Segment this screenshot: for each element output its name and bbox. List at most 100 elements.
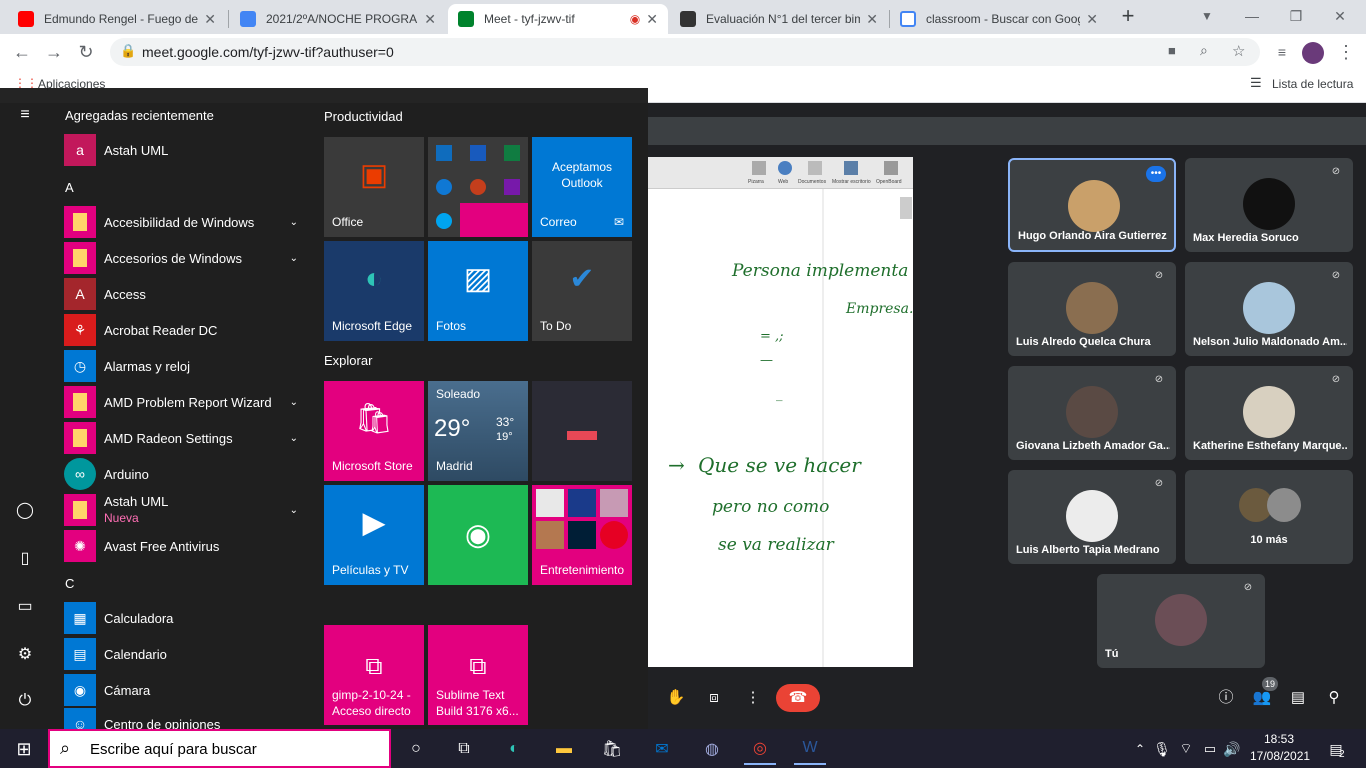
more-participants-tile[interactable]: 10 más (1185, 470, 1353, 564)
back-icon[interactable]: ← (10, 40, 34, 64)
group-explorar[interactable]: Explorar (324, 353, 372, 368)
app-arduino[interactable]: ∞ Arduino (64, 456, 310, 492)
hamburger-icon[interactable]: ≡ (14, 106, 36, 128)
eclipse-icon[interactable]: ◍ (696, 733, 728, 765)
participant-tile[interactable]: ⊘ Nelson Julio Maldonado Am... (1185, 262, 1353, 356)
app-accesibilidad[interactable]: Accesibilidad de Windows ⌄ (64, 204, 310, 240)
avast-icon: ✺ (64, 530, 96, 562)
app-alarmas[interactable]: ◷ Alarmas y reloj (64, 348, 310, 384)
clock-time[interactable]: 18:53 (1264, 732, 1294, 746)
tab-evaluacion[interactable]: Evaluación N°1 del tercer bim ✕ (670, 4, 888, 34)
close-icon[interactable]: ✕ (1086, 11, 1098, 28)
present-button[interactable]: ⧈ (698, 684, 730, 712)
app-astah-recent[interactable]: a Astah UML (64, 132, 310, 168)
app-avast[interactable]: ✺ Avast Free Antivirus (64, 528, 310, 564)
new-tab-button[interactable]: + (1116, 4, 1140, 28)
clock-date[interactable]: 17/08/2021 (1250, 749, 1310, 763)
participant-tile[interactable]: ⊘ Luis Alberto Tapia Medrano (1008, 470, 1176, 564)
participant-tile[interactable]: ⊘ Giovana Lizbeth Amador Ga... (1008, 366, 1176, 460)
mail-icon[interactable]: ✉ (646, 733, 678, 765)
tile-news[interactable]: ▬ (532, 381, 632, 481)
chat-icon[interactable]: ▤ (1282, 684, 1314, 712)
close-icon[interactable]: ✕ (424, 11, 436, 28)
zoom-icon[interactable]: ⌕ (1200, 42, 1208, 59)
reload-icon[interactable]: ↻ (74, 40, 98, 64)
tile-weather[interactable]: Soleado 29° 33° 19° Madrid (428, 381, 528, 481)
app-camara[interactable]: ◉ Cámara (64, 672, 310, 708)
close-icon[interactable]: ✕ (204, 11, 216, 28)
leave-call-button[interactable]: ☎ (776, 684, 820, 712)
app-centro-opiniones[interactable]: ☺ Centro de opiniones (64, 708, 310, 729)
app-amd-radeon[interactable]: AMD Radeon Settings ⌄ (64, 420, 310, 456)
tab-title: classroom - Buscar con Goog (926, 12, 1081, 26)
tab-youtube[interactable]: Edmundo Rengel - Fuego de ✕ (8, 4, 226, 34)
taskbar-search[interactable]: ⌕ Escribe aquí para buscar (48, 729, 391, 768)
close-window-button[interactable]: ✕ (1328, 4, 1352, 28)
more-options-button[interactable]: ⋮ (737, 684, 769, 712)
edge-icon[interactable]: ◐ (498, 733, 530, 765)
word-icon[interactable]: W (794, 733, 826, 765)
pictures-icon[interactable]: ▭ (14, 596, 36, 618)
tile-office[interactable]: ▣ Office (324, 137, 424, 237)
tile-gimp[interactable]: ⧉ gimp-2-10-24 - Acceso directo (324, 625, 424, 725)
tab-google[interactable]: classroom - Buscar con Goog ✕ (890, 4, 1108, 34)
app-accesorios[interactable]: Accesorios de Windows ⌄ (64, 240, 310, 276)
tile-spotify[interactable]: ◉ (428, 485, 528, 585)
star-icon[interactable]: ☆ (1232, 42, 1245, 60)
power-icon[interactable]: ⏻ (14, 692, 36, 714)
task-view-icon[interactable]: ⧉ (448, 733, 480, 765)
raise-hand-button[interactable]: ✋ (660, 684, 692, 712)
chrome-icon[interactable]: ◎ (744, 733, 776, 765)
app-acrobat[interactable]: ⚘ Acrobat Reader DC (64, 312, 310, 348)
group-productividad[interactable]: Productividad (324, 109, 403, 124)
tile-edge[interactable]: ◐ Microsoft Edge (324, 241, 424, 341)
tile-entretenimiento[interactable]: Entretenimiento (532, 485, 632, 585)
forward-icon[interactable]: → (42, 40, 66, 64)
user-icon[interactable]: ◯ (14, 500, 36, 522)
file-explorer-icon[interactable]: ▬ (548, 733, 580, 765)
letter-header-c[interactable]: C (65, 576, 74, 591)
restore-button[interactable]: ❐ (1284, 4, 1308, 28)
camera-icon[interactable]: ■ (1168, 43, 1176, 58)
media-control-icon[interactable]: ≡ (1270, 40, 1294, 64)
tile-peliculas[interactable]: ▶ Películas y TV (324, 485, 424, 585)
app-access[interactable]: A Access (64, 276, 310, 312)
windows-start-icon[interactable]: ⊞ (8, 733, 40, 765)
participant-tile[interactable]: ⊘ Luis Alredo Quelca Chura (1008, 262, 1176, 356)
side-handle[interactable] (900, 197, 912, 219)
tab-search-icon[interactable]: ▼ (1195, 4, 1219, 28)
app-astah[interactable]: Astah UML Nueva ⌄ (64, 492, 310, 528)
documents-icon[interactable]: ▯ (14, 548, 36, 570)
avatar[interactable] (1302, 42, 1324, 64)
participant-tile[interactable]: ••• Hugo Orlando Aira Gutierrez (1008, 158, 1176, 252)
menu-icon[interactable]: ⋮ (1334, 40, 1358, 64)
cortana-icon[interactable]: ○ (400, 733, 432, 765)
minimize-button[interactable]: — (1240, 4, 1264, 28)
self-tile[interactable]: ⊘ Tú (1097, 574, 1265, 668)
tile-correo[interactable]: Aceptamos Outlook Correo ✉ (532, 137, 632, 237)
tile-fotos[interactable]: ▨ Fotos (428, 241, 528, 341)
close-icon[interactable]: ✕ (646, 11, 658, 28)
participant-tile[interactable]: ⊘ Max Heredia Soruco (1185, 158, 1353, 252)
tab-classroom[interactable]: 2021/2ºA/NOCHE PROGRAM ✕ (230, 4, 446, 34)
app-calculadora[interactable]: ▦ Calculadora (64, 600, 310, 636)
tile-office-apps[interactable] (428, 137, 528, 237)
tile-sublime[interactable]: ⧉ Sublime Text Build 3176 x6... (428, 625, 528, 725)
address-bar[interactable]: 🔒 meet.google.com/tyf-jzwv-tif?authuser=… (110, 38, 1260, 66)
info-icon[interactable]: ⓘ (1210, 684, 1242, 712)
close-icon[interactable]: ✕ (866, 11, 878, 28)
store-icon[interactable]: 🛍 (596, 733, 628, 765)
notifications-icon[interactable]: ▤ (1320, 733, 1352, 765)
participant-tile[interactable]: ⊘ Katherine Esthefany Marque... (1185, 366, 1353, 460)
app-amd-report[interactable]: AMD Problem Report Wizard ⌄ (64, 384, 310, 420)
app-calendario[interactable]: ▤ Calendario (64, 636, 310, 672)
reading-list-button[interactable]: Lista de lectura (1272, 77, 1353, 91)
more-options-icon[interactable]: ••• (1146, 166, 1166, 182)
tile-todo[interactable]: ✔ To Do (532, 241, 632, 341)
settings-icon[interactable]: ⚙ (14, 644, 36, 666)
volume-icon[interactable]: 🔊 (1216, 733, 1248, 765)
tile-store[interactable]: 🛍 Microsoft Store (324, 381, 424, 481)
tab-meet[interactable]: Meet - tyf-jzwv-tif ◉ ✕ (448, 4, 668, 34)
activities-icon[interactable]: ⚲ (1318, 684, 1350, 712)
letter-header-a[interactable]: A (65, 180, 74, 195)
